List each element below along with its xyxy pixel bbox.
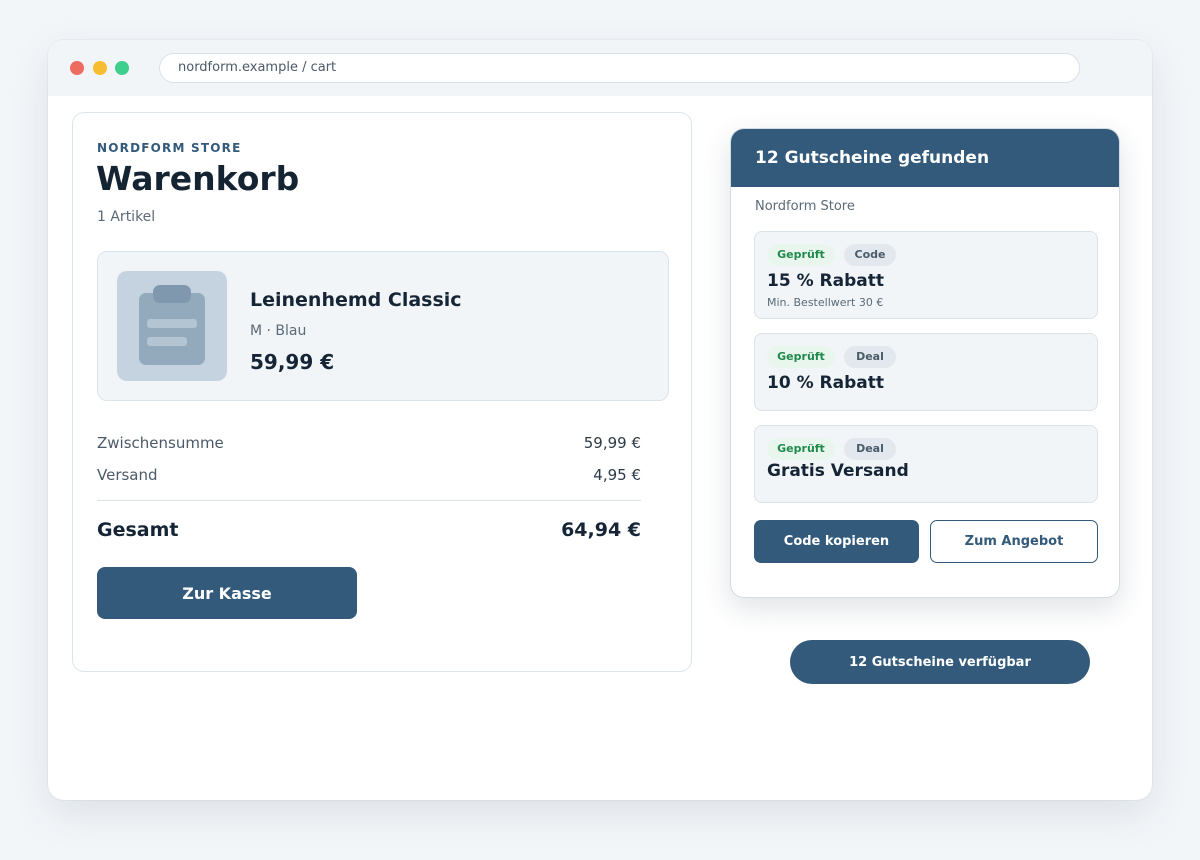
- verified-badge: Geprüft: [767, 438, 835, 460]
- coupon-type-badge: Code: [844, 244, 896, 266]
- window-close-button[interactable]: [70, 61, 84, 75]
- product-thumbnail: [117, 271, 227, 381]
- total-row: Gesamt 64,94 €: [97, 519, 641, 541]
- coupon-type-badge: Deal: [844, 346, 896, 368]
- subtotal-label: Zwischensumme: [97, 434, 224, 452]
- shipping-row: Versand 4,95 €: [97, 466, 641, 484]
- coupon-title: 10 % Rabatt: [767, 373, 884, 393]
- summary-divider: [97, 500, 641, 501]
- copy-code-button[interactable]: Code kopieren: [754, 520, 919, 563]
- coupon-popup: 12 Gutscheine gefunden Nordform Store Ge…: [730, 128, 1120, 598]
- item-count: 1 Artikel: [97, 209, 156, 225]
- checkout-button[interactable]: Zur Kasse: [97, 567, 357, 619]
- coupon-type-badge: Deal: [844, 438, 896, 460]
- shipping-value: 4,95 €: [593, 466, 641, 484]
- address-bar[interactable]: nordform.example / cart: [159, 53, 1080, 83]
- subtotal-value: 59,99 €: [583, 434, 641, 452]
- coupon-popup-header: 12 Gutscheine gefunden: [731, 129, 1119, 187]
- coupon-condition: Min. Bestellwert 30 €: [767, 296, 884, 309]
- coupon-store-name: Nordform Store: [755, 199, 855, 214]
- product-name[interactable]: Leinenhemd Classic: [250, 289, 462, 311]
- go-to-offer-button[interactable]: Zum Angebot: [930, 520, 1098, 563]
- coupon-card[interactable]: Geprüft Code 15 % Rabatt Min. Bestellwer…: [754, 231, 1098, 319]
- total-value: 64,94 €: [561, 519, 641, 541]
- browser-titlebar: nordform.example / cart: [48, 40, 1152, 96]
- shipping-label: Versand: [97, 466, 158, 484]
- total-label: Gesamt: [97, 519, 179, 541]
- window-maximize-button[interactable]: [115, 61, 129, 75]
- coupon-title: 15 % Rabatt: [767, 271, 884, 291]
- coupon-card[interactable]: Geprüft Deal Gratis Versand: [754, 425, 1098, 503]
- cart-panel: NORDFORM STORE Warenkorb 1 Artikel Leine…: [72, 112, 692, 672]
- page-title: Warenkorb: [96, 159, 300, 198]
- store-label: NORDFORM STORE: [97, 141, 242, 155]
- product-price: 59,99 €: [250, 350, 335, 374]
- product-variant: M · Blau: [250, 323, 307, 339]
- coupon-title: Gratis Versand: [767, 461, 909, 481]
- window-minimize-button[interactable]: [93, 61, 107, 75]
- clipboard-icon: [139, 285, 205, 365]
- verified-badge: Geprüft: [767, 244, 835, 266]
- verified-badge: Geprüft: [767, 346, 835, 368]
- cart-item: Leinenhemd Classic M · Blau 59,99 €: [97, 251, 669, 401]
- subtotal-row: Zwischensumme 59,99 €: [97, 434, 641, 452]
- coupons-available-button[interactable]: 12 Gutscheine verfügbar: [790, 640, 1090, 684]
- coupon-card[interactable]: Geprüft Deal 10 % Rabatt: [754, 333, 1098, 411]
